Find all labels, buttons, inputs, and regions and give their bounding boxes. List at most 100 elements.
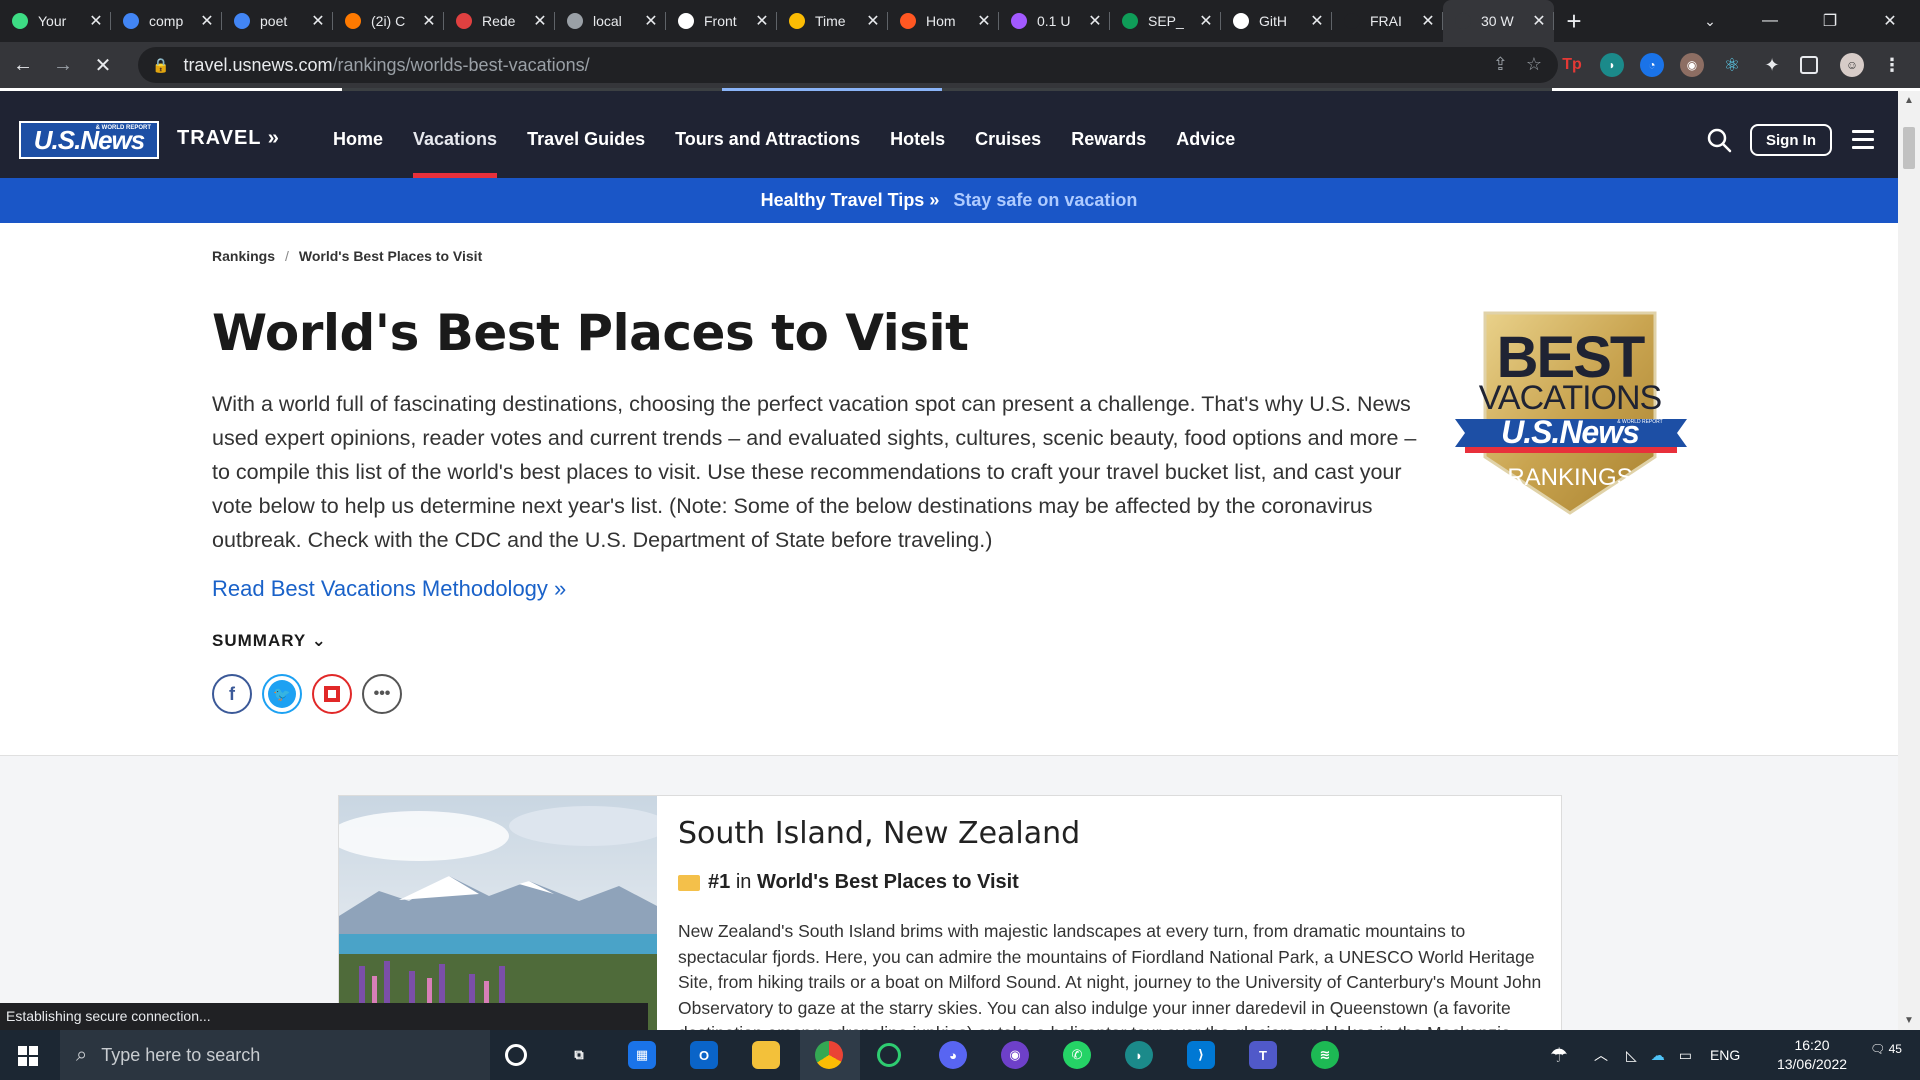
- browser-tab[interactable]: poet ✕: [222, 0, 333, 42]
- scrollbar-thumb[interactable]: [1903, 127, 1915, 169]
- address-bar[interactable]: 🔒 travel.usnews.com/rankings/worlds-best…: [138, 47, 1558, 83]
- close-tab-icon[interactable]: ✕: [1419, 11, 1437, 31]
- file-explorer-icon[interactable]: [752, 1041, 780, 1069]
- methodology-link[interactable]: Read Best Vacations Methodology »: [212, 576, 566, 602]
- browser-tab[interactable]: 0.1 U ✕: [999, 0, 1110, 42]
- hamburger-menu-icon[interactable]: [1852, 130, 1874, 154]
- stop-loading-icon[interactable]: ✕: [86, 48, 120, 82]
- close-window-icon[interactable]: ✕: [1860, 0, 1920, 42]
- close-tab-icon[interactable]: ✕: [1086, 11, 1104, 31]
- browser-tab[interactable]: (2i) C ✕: [333, 0, 444, 42]
- browser-tab[interactable]: SEP_ ✕: [1110, 0, 1221, 42]
- scroll-down-icon[interactable]: ▼: [1904, 1015, 1914, 1026]
- spotify-app-icon[interactable]: ≋: [1311, 1041, 1339, 1069]
- task-view-icon[interactable]: ⧉: [565, 1041, 593, 1069]
- close-tab-icon[interactable]: ✕: [753, 11, 771, 31]
- extensions-puzzle-icon[interactable]: ✦: [1760, 53, 1784, 77]
- destination-photo[interactable]: [339, 796, 657, 1030]
- bookmark-star-icon[interactable]: ☆: [1526, 54, 1542, 75]
- nav-item[interactable]: Advice: [1161, 91, 1250, 178]
- weather-icon[interactable]: ☂: [1550, 1043, 1568, 1068]
- outlook-app-icon[interactable]: O: [690, 1041, 718, 1069]
- nav-item[interactable]: Cruises: [960, 91, 1056, 178]
- new-tab-button[interactable]: +: [1554, 0, 1594, 42]
- nav-item[interactable]: Tours and Attractions: [660, 91, 875, 178]
- breadcrumb-rankings[interactable]: Rankings: [212, 248, 275, 264]
- twitter-share-icon[interactable]: 🐦: [262, 674, 302, 714]
- page-scrollbar[interactable]: ▲ ▼: [1898, 91, 1920, 1030]
- back-icon[interactable]: ←: [6, 48, 40, 82]
- discord-app-icon[interactable]: ◕: [939, 1041, 967, 1069]
- close-tab-icon[interactable]: ✕: [198, 11, 216, 31]
- loop-app-icon[interactable]: [877, 1043, 901, 1067]
- close-tab-icon[interactable]: ✕: [642, 11, 660, 31]
- nav-item[interactable]: Vacations: [398, 91, 512, 178]
- promo-banner[interactable]: Healthy Travel Tips » Stay safe on vacat…: [0, 178, 1898, 223]
- tray-chevron-icon[interactable]: ︿: [1594, 1045, 1608, 1065]
- close-tab-icon[interactable]: ✕: [975, 11, 993, 31]
- github-desktop-icon[interactable]: ◉: [1001, 1041, 1029, 1069]
- teams-app-icon[interactable]: T: [1249, 1041, 1277, 1069]
- browser-tab[interactable]: local ✕: [555, 0, 666, 42]
- browser-tab[interactable]: comp ✕: [111, 0, 222, 42]
- battery-icon[interactable]: ▭: [1679, 1047, 1692, 1064]
- more-share-icon[interactable]: •••: [362, 674, 402, 714]
- nav-item[interactable]: Travel Guides: [512, 91, 660, 178]
- destination-name[interactable]: South Island, New Zealand: [678, 816, 1080, 851]
- browser-tab[interactable]: Rede ✕: [444, 0, 555, 42]
- nav-item[interactable]: Rewards: [1056, 91, 1161, 178]
- nav-item[interactable]: Hotels: [875, 91, 960, 178]
- owl-extension-icon[interactable]: ◉: [1680, 53, 1704, 77]
- taskbar-clock[interactable]: 16:20 13/06/2022: [1768, 1036, 1856, 1074]
- minimize-icon[interactable]: —: [1740, 0, 1800, 42]
- arc-extension-icon[interactable]: ◗: [1600, 53, 1624, 77]
- browser-tab[interactable]: Hom ✕: [888, 0, 999, 42]
- browser-tab[interactable]: Front ✕: [666, 0, 777, 42]
- promo-subtext[interactable]: Stay safe on vacation: [953, 190, 1137, 211]
- close-tab-icon[interactable]: ✕: [1197, 11, 1215, 31]
- arc-app-icon[interactable]: ◗: [1125, 1041, 1153, 1069]
- scroll-up-icon[interactable]: ▲: [1904, 95, 1914, 106]
- flipboard-share-icon[interactable]: [312, 674, 352, 714]
- tp-extension-icon[interactable]: Tp: [1560, 53, 1584, 77]
- chrome-app-icon[interactable]: [815, 1041, 843, 1069]
- nav-item[interactable]: Home: [318, 91, 398, 178]
- facebook-share-icon[interactable]: f: [212, 674, 252, 714]
- profile-avatar[interactable]: ☺: [1840, 53, 1864, 77]
- restore-icon[interactable]: ❐: [1800, 0, 1860, 42]
- browser-tab[interactable]: GitH ✕: [1221, 0, 1332, 42]
- close-tab-icon[interactable]: ✕: [531, 11, 549, 31]
- search-icon[interactable]: [1706, 127, 1732, 153]
- react-extension-icon[interactable]: ⚛: [1720, 53, 1744, 77]
- browser-tab[interactable]: Your ✕: [0, 0, 111, 42]
- destination-card[interactable]: South Island, New Zealand #1 in World's …: [338, 795, 1562, 1030]
- network-icon[interactable]: ◺: [1626, 1047, 1637, 1064]
- travel-section-link[interactable]: TRAVEL »: [177, 127, 280, 150]
- onedrive-icon[interactable]: ☁: [1651, 1047, 1665, 1064]
- url-text[interactable]: travel.usnews.com/rankings/worlds-best-v…: [183, 55, 589, 76]
- windows-start-icon[interactable]: [18, 1046, 38, 1066]
- promo-link[interactable]: Healthy Travel Tips »: [761, 190, 940, 211]
- taskbar-search-box[interactable]: ⌕ Type here to search: [60, 1030, 490, 1080]
- language-indicator[interactable]: ENG: [1710, 1047, 1740, 1063]
- breadcrumb-current[interactable]: World's Best Places to Visit: [299, 248, 482, 264]
- close-tab-icon[interactable]: ✕: [420, 11, 438, 31]
- forward-icon[interactable]: →: [46, 48, 80, 82]
- vscode-app-icon[interactable]: ⟩: [1187, 1041, 1215, 1069]
- browser-tab[interactable]: FRAI ✕: [1332, 0, 1443, 42]
- close-tab-icon[interactable]: ✕: [1530, 11, 1548, 31]
- cortana-icon[interactable]: [505, 1044, 527, 1066]
- whatsapp-app-icon[interactable]: ✆: [1063, 1041, 1091, 1069]
- close-tab-icon[interactable]: ✕: [864, 11, 882, 31]
- notification-center-icon[interactable]: 🗨 45: [1870, 1042, 1902, 1056]
- calendar-app-icon[interactable]: ▦: [628, 1041, 656, 1069]
- lock-icon[interactable]: 🔒: [152, 57, 169, 74]
- close-tab-icon[interactable]: ✕: [1308, 11, 1326, 31]
- browser-tab[interactable]: Time ✕: [777, 0, 888, 42]
- summary-toggle[interactable]: SUMMARY ⌄: [212, 631, 327, 651]
- translate-extension-icon[interactable]: ◔: [1640, 53, 1664, 77]
- side-panel-icon[interactable]: [1800, 56, 1818, 74]
- close-tab-icon[interactable]: ✕: [309, 11, 327, 31]
- close-tab-icon[interactable]: ✕: [87, 11, 105, 31]
- browser-tab[interactable]: 30 W ✕: [1443, 0, 1554, 42]
